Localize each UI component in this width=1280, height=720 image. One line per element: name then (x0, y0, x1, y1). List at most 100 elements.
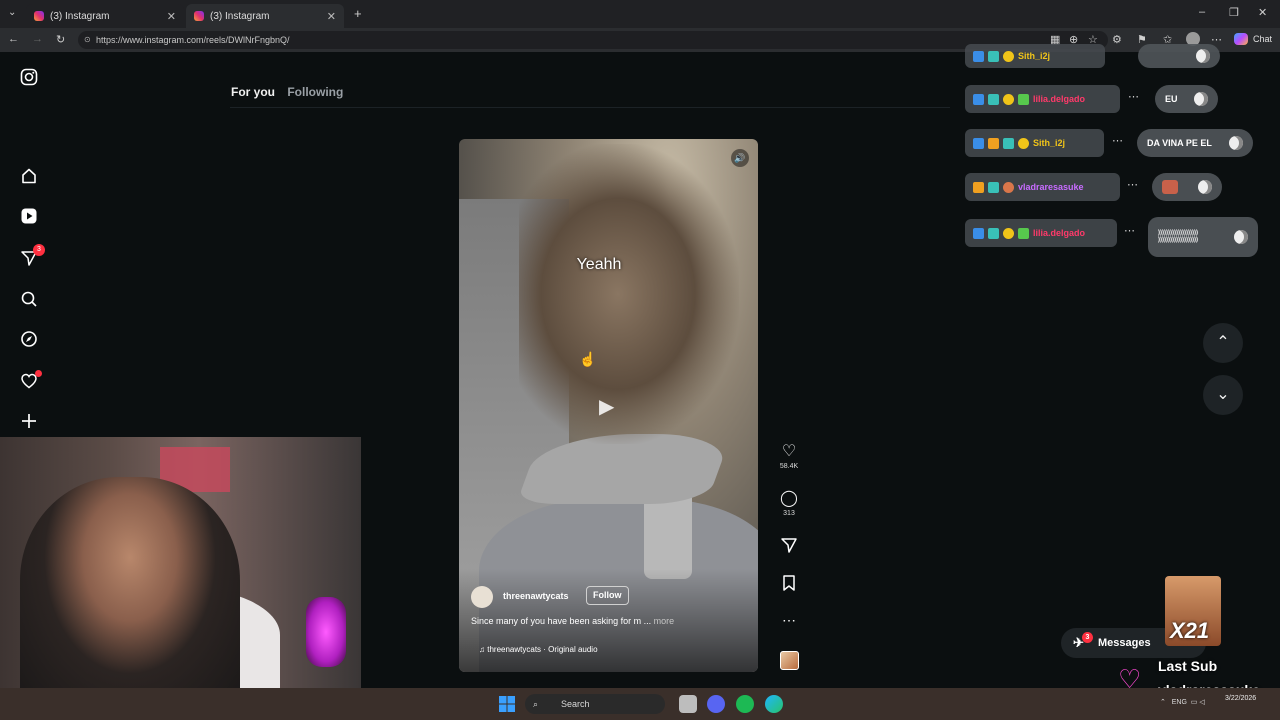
notifications-heart-icon[interactable] (18, 370, 42, 394)
tab-actions-icon[interactable]: ⌄ (8, 7, 16, 18)
badge-icon (973, 227, 984, 239)
spotify-icon[interactable] (736, 695, 754, 713)
clock[interactable]: 3/22/2026 (1225, 694, 1256, 704)
url-text: https://www.instagram.com/reels/DWlNrFng… (96, 35, 290, 45)
taskbar-search[interactable]: ⌕ Search (525, 694, 665, 714)
chat-label[interactable]: Chat (1253, 34, 1272, 44)
heart-icon: ♡ (781, 443, 797, 460)
chat-username: lilia.delgado (1033, 94, 1086, 104)
chat-username: Sith_i2j (1033, 138, 1066, 148)
streamer-image (20, 477, 240, 688)
system-tray: ⌃ ENG ▭ ◁ (1160, 698, 1205, 706)
chat-more-icon[interactable]: ⋯ (1124, 224, 1135, 237)
badge-icon (988, 93, 999, 105)
network-icon[interactable]: ▭ (1191, 699, 1198, 706)
audio-thumbnail[interactable] (780, 651, 799, 670)
volume-icon[interactable]: ◁ (1199, 699, 1204, 706)
home-icon[interactable] (18, 167, 40, 189)
close-window-icon[interactable]: ✕ (1258, 6, 1267, 19)
new-tab-icon[interactable]: + (354, 6, 362, 21)
minimize-icon[interactable]: – (1199, 6, 1205, 18)
close-tab-icon[interactable]: ✕ (327, 10, 336, 23)
search-icon[interactable] (18, 290, 40, 312)
badge-icon (1018, 227, 1029, 239)
search-placeholder: Search (561, 699, 590, 709)
back-icon[interactable]: ← (8, 33, 19, 45)
forward-icon[interactable]: → (32, 33, 43, 45)
close-tab-icon[interactable]: ✕ (167, 10, 176, 23)
create-plus-icon[interactable] (18, 412, 40, 434)
more-options-icon[interactable]: ⋯ (778, 612, 800, 629)
webcam-feed (0, 437, 361, 688)
next-reel-button[interactable]: ⌄ (1203, 375, 1243, 415)
sound-icon[interactable]: 🔊 (731, 149, 749, 167)
windows-start-icon[interactable] (499, 696, 515, 712)
badge-icon (1003, 227, 1014, 239)
instagram-logo-icon[interactable] (18, 68, 40, 90)
chat-more-icon[interactable]: ⋯ (1128, 90, 1139, 103)
badge-icon (1003, 93, 1014, 105)
language-indicator[interactable]: ENG (1172, 699, 1187, 706)
chevron-up-icon: ⌃ (1216, 334, 1230, 351)
explore-compass-icon[interactable] (18, 330, 40, 352)
emote-icon (1162, 180, 1178, 194)
chat-row: lilia.delgado (965, 85, 1120, 113)
play-icon[interactable]: ▶ (599, 394, 614, 419)
tab-title: (3) Instagram (210, 10, 270, 22)
chat-more-icon[interactable]: ⋯ (1112, 134, 1123, 147)
reels-icon[interactable] (18, 207, 40, 229)
follow-button[interactable]: Follow (586, 586, 629, 605)
chat-more-icon[interactable]: ⋯ (1127, 178, 1138, 191)
last-sub-label: Last Sub (1158, 658, 1218, 674)
address-bar[interactable]: https://www.instagram.com/reels/DWlNrFng… (78, 31, 1108, 49)
chat-message (1138, 44, 1220, 68)
badge-icon (973, 50, 984, 62)
cat-image (519, 144, 739, 444)
previous-reel-button[interactable]: ⌃ (1203, 323, 1243, 363)
tab-for-you[interactable]: For you (231, 85, 275, 99)
edge-browser-icon[interactable] (765, 695, 783, 713)
tab-following[interactable]: Following (287, 85, 343, 99)
search-icon: ⌕ (533, 699, 539, 709)
badge-icon (973, 181, 984, 193)
file-explorer-icon[interactable] (679, 695, 697, 713)
messages-nav-icon[interactable]: 3 (18, 244, 45, 271)
chat-message-text: EU (1165, 94, 1178, 104)
description-text: Since many of you have been asking for m… (471, 616, 652, 626)
save-button[interactable] (778, 574, 800, 597)
bookmark-icon (783, 575, 795, 591)
more-link[interactable]: more (654, 616, 675, 626)
badge-icon (1018, 137, 1029, 149)
chat-row: vladraresasuke (965, 173, 1120, 201)
discord-icon[interactable] (707, 695, 725, 713)
comment-icon: ◯ (780, 490, 798, 507)
instagram-favicon-icon (194, 11, 204, 21)
chat-row: lilia.delgado (965, 219, 1117, 247)
author-name[interactable]: threenawtycats (503, 591, 569, 601)
chat-message: DA VINA PE EL (1137, 129, 1253, 157)
browser-tab-1[interactable]: (3) Instagram ✕ (26, 4, 184, 28)
comment-button[interactable]: ◯ 313 (778, 490, 800, 517)
chevron-down-icon: ⌄ (1216, 386, 1230, 403)
author-avatar[interactable] (471, 586, 493, 608)
direct-message-icon: ✈ (1073, 635, 1084, 650)
chat-message-text: )))))))))))))))))))) )))))))))))))))))))… (1158, 230, 1198, 243)
copilot-icon[interactable] (1234, 33, 1248, 45)
reload-icon[interactable]: ↻ (56, 33, 65, 46)
badge-icon (1003, 137, 1014, 149)
badge-icon (1018, 93, 1029, 105)
reel-video[interactable]: Yeahh 🔊 ▶ ☝ threenawtycats Follow Since … (459, 139, 758, 672)
share-button[interactable] (778, 536, 800, 559)
badge-icon (973, 137, 984, 149)
site-info-icon[interactable]: ⊙ (84, 35, 91, 44)
tray-expand-icon[interactable]: ⌃ (1160, 699, 1166, 706)
badge-icon (1003, 50, 1014, 62)
restore-icon[interactable]: ❐ (1229, 6, 1239, 19)
like-button[interactable]: ♡ 58.4K (778, 443, 800, 470)
browser-tab-2[interactable]: (3) Instagram ✕ (186, 4, 344, 28)
badge-icon (973, 93, 984, 105)
extensions-icon[interactable]: ⚙ (1112, 33, 1122, 46)
badge-icon (988, 227, 999, 239)
notification-dot (35, 370, 42, 377)
audio-attribution[interactable]: ♫ threenawtycats · Original audio (479, 645, 598, 654)
